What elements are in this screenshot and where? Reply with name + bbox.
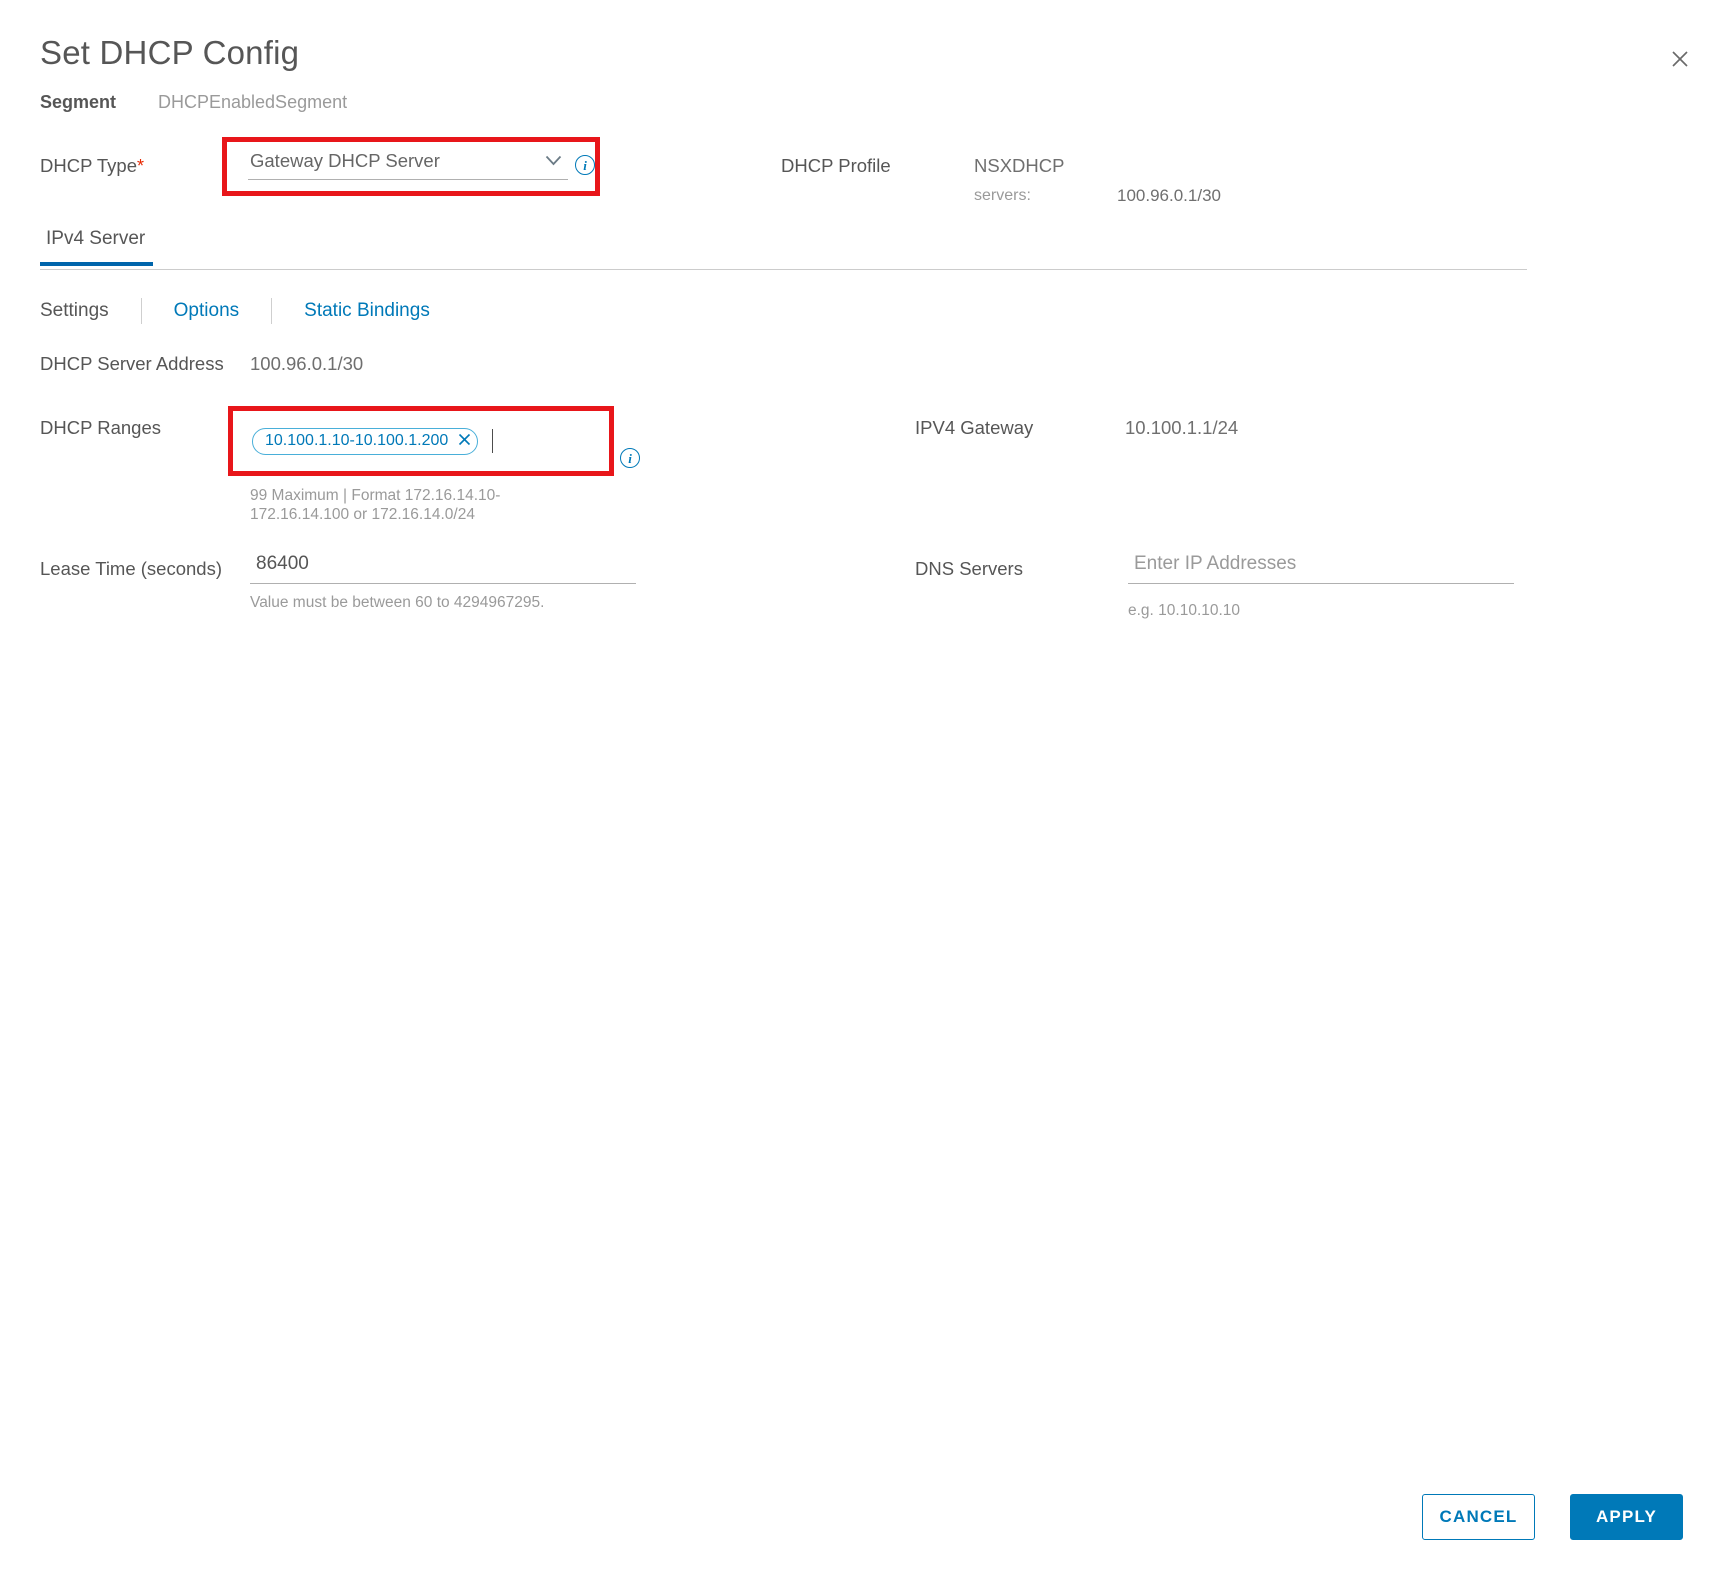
ipv4-gateway-value: 10.100.1.1/24: [1125, 417, 1239, 438]
subnav-divider: [140, 298, 142, 324]
segment-value: DHCPEnabledSegment: [158, 92, 348, 112]
dns-servers-label: DNS Servers: [915, 558, 1023, 579]
tab-bar: IPv4 Server: [40, 228, 1527, 270]
dhcp-profile-label: DHCP Profile: [781, 155, 891, 176]
dns-servers-input[interactable]: [1128, 553, 1514, 584]
lease-time-label: Lease Time (seconds): [40, 558, 223, 579]
text-cursor: [492, 429, 494, 453]
chevron-down-icon: [545, 154, 562, 169]
dhcp-ranges-helper-text: 99 Maximum | Format 172.16.14.10-172.16.…: [250, 487, 501, 524]
dhcp-type-label: DHCP Type*: [40, 155, 144, 177]
dhcp-profile-servers-label: servers:: [974, 187, 1031, 204]
lease-time-helper-text: Value must be between 60 to 4294967295.: [250, 594, 545, 611]
info-icon-dhcp-ranges[interactable]: i: [620, 448, 640, 468]
subnav-item-options[interactable]: Options: [174, 300, 239, 322]
dhcp-type-label-text: DHCP Type: [40, 155, 137, 176]
close-icon[interactable]: [1663, 42, 1697, 76]
dhcp-server-address-label: DHCP Server Address: [40, 353, 224, 374]
dhcp-type-select-wrap: Gateway DHCP Server: [248, 150, 568, 180]
sub-nav: Settings Options Static Bindings: [40, 298, 430, 324]
dhcp-type-selected-value: Gateway DHCP Server: [250, 150, 440, 171]
dhcp-profile-value: NSXDHCP: [974, 155, 1065, 176]
dns-servers-helper-text: e.g. 10.10.10.10: [1128, 602, 1241, 619]
dhcp-range-chip-label: 10.100.1.10-10.100.1.200: [265, 432, 449, 449]
tab-ipv4-server[interactable]: IPv4 Server: [40, 228, 154, 266]
dhcp-ranges-label: DHCP Ranges: [40, 417, 161, 438]
subnav-item-static-bindings[interactable]: Static Bindings: [304, 300, 430, 322]
dialog-footer: CANCEL APPLY: [0, 1472, 1723, 1590]
subnav-divider: [271, 298, 273, 324]
lease-time-input[interactable]: [250, 553, 636, 584]
cancel-button[interactable]: CANCEL: [1422, 1494, 1535, 1540]
info-icon-dhcp-type[interactable]: i: [575, 155, 595, 175]
close-icon[interactable]: [458, 433, 471, 449]
segment-row: Segment DHCPEnabledSegment: [40, 92, 347, 113]
page-title: Set DHCP Config: [40, 34, 300, 71]
dhcp-server-address-value: 100.96.0.1/30: [250, 353, 364, 374]
required-marker: *: [137, 156, 145, 176]
ipv4-gateway-label: IPV4 Gateway: [915, 417, 1034, 438]
segment-label: Segment: [40, 92, 117, 112]
dhcp-ranges-input[interactable]: 10.100.1.10-10.100.1.200: [248, 418, 596, 464]
subnav-item-settings[interactable]: Settings: [40, 300, 109, 322]
apply-button[interactable]: APPLY: [1570, 1494, 1683, 1540]
dhcp-range-chip[interactable]: 10.100.1.10-10.100.1.200: [252, 427, 479, 455]
dhcp-type-select[interactable]: Gateway DHCP Server: [248, 150, 568, 180]
dhcp-profile-servers-value: 100.96.0.1/30: [1117, 186, 1221, 205]
